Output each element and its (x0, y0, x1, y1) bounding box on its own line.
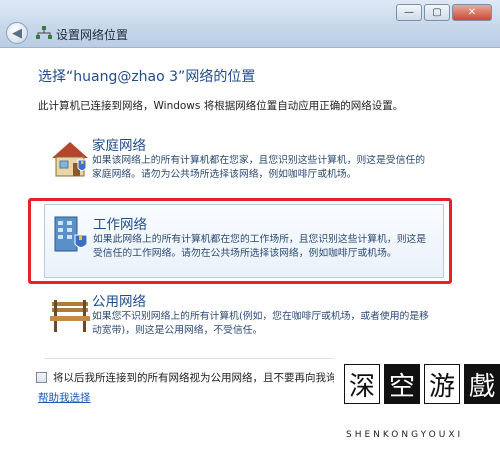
house-icon (52, 142, 88, 177)
maximize-button[interactable]: ▢ (424, 4, 450, 21)
option-home-network[interactable]: 家庭网络 如果该网络上的所有计算机都在您家，且您识别这些计算机，则这是受信任的家… (44, 134, 444, 188)
option-public-title: 公用网络 (92, 294, 146, 310)
office-building-icon (54, 216, 88, 252)
window-title: 设置网络位置 (56, 28, 129, 42)
minimize-button[interactable]: — (396, 4, 422, 21)
back-button[interactable]: ◀ (6, 22, 28, 44)
watermark-logo: 深 空 游 戲 SHENKONGYOUXI (334, 358, 500, 458)
help-me-choose-link[interactable]: 帮助我选择 (38, 390, 91, 405)
back-arrow-icon: ◀ (12, 25, 22, 41)
page-description: 此计算机已连接到网络，Windows 将根据网络位置自动应用正确的网络设置。 (38, 100, 404, 112)
option-public-description: 如果您不识别网络上的所有计算机(例如，您在咖啡厅或机场，或者使用的是移动宽带)，… (92, 311, 429, 336)
treat-as-public-checkbox[interactable] (36, 372, 47, 383)
treat-as-public-row[interactable]: 将以后我所连接到的所有网络视为公用网络，且不要再向我询问。 (36, 370, 358, 385)
option-home-description: 如果该网络上的所有计算机都在您家，且您识别这些计算机，则这是受信任的家庭网络。请… (92, 155, 426, 180)
watermark-text: SHENKONGYOUXI (346, 430, 464, 440)
close-button[interactable]: ✕ (452, 4, 492, 21)
option-work-title: 工作网络 (93, 217, 147, 233)
option-public-network[interactable]: 公用网络 如果您不识别网络上的所有计算机(例如，您在咖啡厅或机场，或者使用的是移… (44, 290, 444, 350)
option-home-title: 家庭网络 (92, 138, 146, 154)
page-heading: 选择“huang@zhao 3”网络的位置 (38, 69, 256, 85)
window-controls: — ▢ ✕ (396, 4, 492, 21)
option-work-description: 如果此网络上的所有计算机都在您的工作场所，且您识别这些计算机，则这是受信任的工作… (93, 234, 427, 259)
watermark-char: 游 (424, 364, 460, 404)
watermark-char: 空 (384, 364, 420, 404)
watermark-char: 深 (344, 364, 380, 404)
title-bar: — ▢ ✕ ◀ 设置网络位置 (0, 0, 500, 48)
watermark-char: 戲 (464, 364, 500, 404)
treat-as-public-label: 将以后我所连接到的所有网络视为公用网络，且不要再向我询问。 (53, 372, 358, 384)
option-work-network[interactable]: 工作网络 如果此网络上的所有计算机都在您的工作场所，且您识别这些计算机，则这是受… (44, 204, 444, 278)
network-icon (36, 26, 52, 39)
park-bench-icon (50, 300, 90, 332)
